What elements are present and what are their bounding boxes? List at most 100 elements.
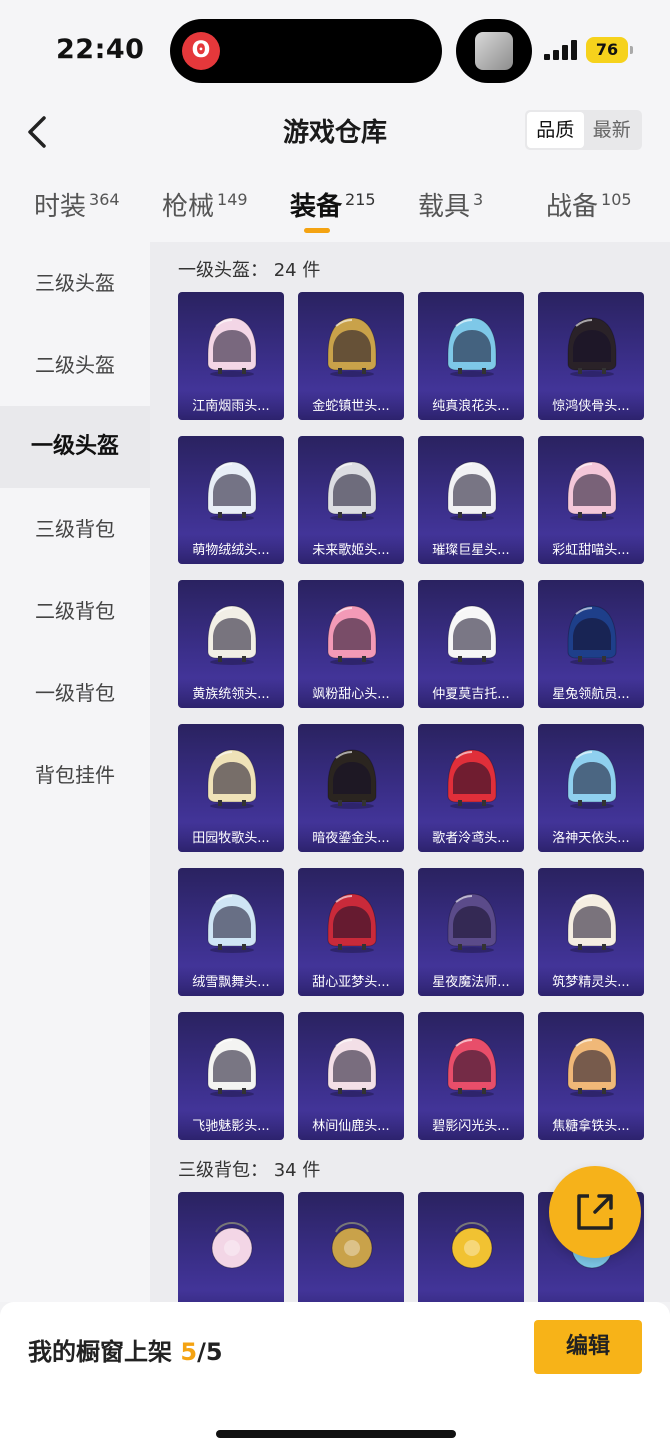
battery-icon: 76: [586, 37, 633, 63]
helmet-icon: [567, 317, 617, 377]
shelf-current-count: 5: [180, 1338, 198, 1366]
helmet-item-card[interactable]: 江南烟雨头...: [178, 292, 284, 420]
helmet-item-card[interactable]: 甜心亚梦头...: [298, 868, 404, 996]
tab-firearms[interactable]: 枪械 149: [162, 186, 248, 223]
helmet-item-card[interactable]: 飒粉甜心头...: [298, 580, 404, 708]
helmet-icon: [207, 317, 257, 377]
helmet-item-card[interactable]: 惊鸿侠骨头...: [538, 292, 644, 420]
netease-cloud-music-icon[interactable]: ʘ: [182, 32, 220, 70]
helmet-icon: [447, 605, 497, 665]
sidebar: 三级头盔 二级头盔 一级头盔 三级背包 二级背包 一级背包 背包挂件: [0, 242, 150, 1302]
backpack-icon: [451, 1222, 493, 1269]
helmet-item-card[interactable]: 暗夜鎏金头...: [298, 724, 404, 852]
item-name: 金蛇镇世头...: [312, 399, 390, 414]
sort-by-newest[interactable]: 最新: [584, 112, 641, 148]
item-name: 星兔领航员...: [552, 687, 630, 702]
active-tab-indicator: [304, 228, 330, 233]
helmet-icon: [447, 461, 497, 521]
status-bar: 22:40 ʘ 76: [0, 0, 670, 100]
item-name: 星夜魔法师...: [432, 975, 510, 990]
item-name: 甜心亚梦头...: [312, 975, 390, 990]
item-name: 江南烟雨头...: [192, 399, 270, 414]
item-name: 仲夏莫吉托...: [432, 687, 510, 702]
helmet-icon: [567, 749, 617, 809]
tab-vehicles[interactable]: 载具 3: [418, 186, 483, 223]
helmet-item-card[interactable]: 纯真浪花头...: [418, 292, 524, 420]
sidebar-item-level1-backpack[interactable]: 一级背包: [0, 652, 150, 734]
helmet-icon: [447, 317, 497, 377]
helmet-icon: [327, 461, 377, 521]
helmet-item-card[interactable]: 林间仙鹿头...: [298, 1012, 404, 1140]
backpack-item-card[interactable]: [418, 1192, 524, 1302]
helmet-item-card[interactable]: 田园牧歌头...: [178, 724, 284, 852]
item-name: 飞驰魅影头...: [192, 1119, 270, 1134]
helmet-icon: [207, 461, 257, 521]
helmet-icon: [207, 749, 257, 809]
helmet-icon: [447, 1037, 497, 1097]
item-name: 筑梦精灵头...: [552, 975, 630, 990]
helmet-item-card[interactable]: 焦糖拿铁头...: [538, 1012, 644, 1140]
backpack-icon: [211, 1222, 253, 1269]
section-title-level3-backpack: 三级背包： 34 件: [178, 1160, 321, 1181]
helmet-icon: [207, 1037, 257, 1097]
helmet-item-card[interactable]: 星夜魔法师...: [418, 868, 524, 996]
tab-equipment[interactable]: 装备 215: [290, 186, 376, 223]
sidebar-item-level2-backpack[interactable]: 二级背包: [0, 570, 150, 652]
sidebar-item-backpack-charm[interactable]: 背包挂件: [0, 734, 150, 816]
dynamic-island-live-activity[interactable]: [456, 19, 532, 83]
item-name: 碧影闪光头...: [432, 1119, 510, 1134]
helmet-item-card[interactable]: 碧影闪光头...: [418, 1012, 524, 1140]
share-button[interactable]: [549, 1166, 641, 1258]
sidebar-item-level1-helmet[interactable]: 一级头盔: [0, 406, 150, 488]
item-name: 田园牧歌头...: [192, 831, 270, 846]
helmet-icon: [447, 893, 497, 953]
helmet-item-card[interactable]: 金蛇镇世头...: [298, 292, 404, 420]
item-name: 暗夜鎏金头...: [312, 831, 390, 846]
sidebar-item-level3-backpack[interactable]: 三级背包: [0, 488, 150, 570]
helmet-item-card[interactable]: 歌者泠鸢头...: [418, 724, 524, 852]
helmet-icon: [207, 605, 257, 665]
helmet-icon: [327, 893, 377, 953]
backpack-item-card[interactable]: [178, 1192, 284, 1302]
helmet-icon: [447, 749, 497, 809]
helmet-item-card[interactable]: 黄族统领头...: [178, 580, 284, 708]
helmet-item-card[interactable]: 绒雪飘舞头...: [178, 868, 284, 996]
helmet-icon: [567, 1037, 617, 1097]
backpack-item-card[interactable]: [298, 1192, 404, 1302]
sort-by-quality[interactable]: 品质: [527, 112, 584, 148]
item-grid: 一级头盔： 24 件 三级背包： 34 件 江南烟雨头... 金蛇镇世头... 纯真…: [150, 242, 670, 1302]
item-name: 彩虹甜喵头...: [552, 543, 630, 558]
signal-icon: [544, 40, 580, 60]
home-indicator: [216, 1430, 456, 1438]
category-tabs: 时装 364 枪械 149 装备 215 载具 3 战备 105: [0, 170, 670, 242]
header: 游戏仓库 品质 最新: [0, 100, 670, 170]
item-name: 璀璨巨星头...: [432, 543, 510, 558]
item-name: 未来歌姬头...: [312, 543, 390, 558]
sidebar-item-level2-helmet[interactable]: 二级头盔: [0, 324, 150, 406]
backpack-icon: [331, 1222, 373, 1269]
helmet-item-card[interactable]: 洛神天依头...: [538, 724, 644, 852]
helmet-item-card[interactable]: 仲夏莫吉托...: [418, 580, 524, 708]
album-art-thumbnail: [475, 32, 513, 70]
helmet-item-card[interactable]: 筑梦精灵头...: [538, 868, 644, 996]
dynamic-island[interactable]: ʘ: [170, 19, 442, 83]
sidebar-item-level3-helmet[interactable]: 三级头盔: [0, 242, 150, 324]
item-name: 绒雪飘舞头...: [192, 975, 270, 990]
item-name: 惊鸿侠骨头...: [552, 399, 630, 414]
helmet-item-card[interactable]: 彩虹甜喵头...: [538, 436, 644, 564]
tab-costume[interactable]: 时装 364: [34, 186, 120, 223]
item-name: 黄族统领头...: [192, 687, 270, 702]
helmet-item-card[interactable]: 萌物绒绒头...: [178, 436, 284, 564]
helmet-icon: [327, 605, 377, 665]
helmet-item-card[interactable]: 星兔领航员...: [538, 580, 644, 708]
helmet-item-card[interactable]: 飞驰魅影头...: [178, 1012, 284, 1140]
share-icon: [577, 1194, 613, 1230]
item-name: 萌物绒绒头...: [192, 543, 270, 558]
item-name: 林间仙鹿头...: [312, 1119, 390, 1134]
shelf-status: 我的橱窗上架 5/5: [28, 1338, 223, 1366]
helmet-item-card[interactable]: 璀璨巨星头...: [418, 436, 524, 564]
helmet-item-card[interactable]: 未来歌姬头...: [298, 436, 404, 564]
tab-battle-prep[interactable]: 战备 105: [546, 186, 632, 223]
edit-button[interactable]: 编辑: [534, 1320, 642, 1374]
item-name: 歌者泠鸢头...: [432, 831, 510, 846]
